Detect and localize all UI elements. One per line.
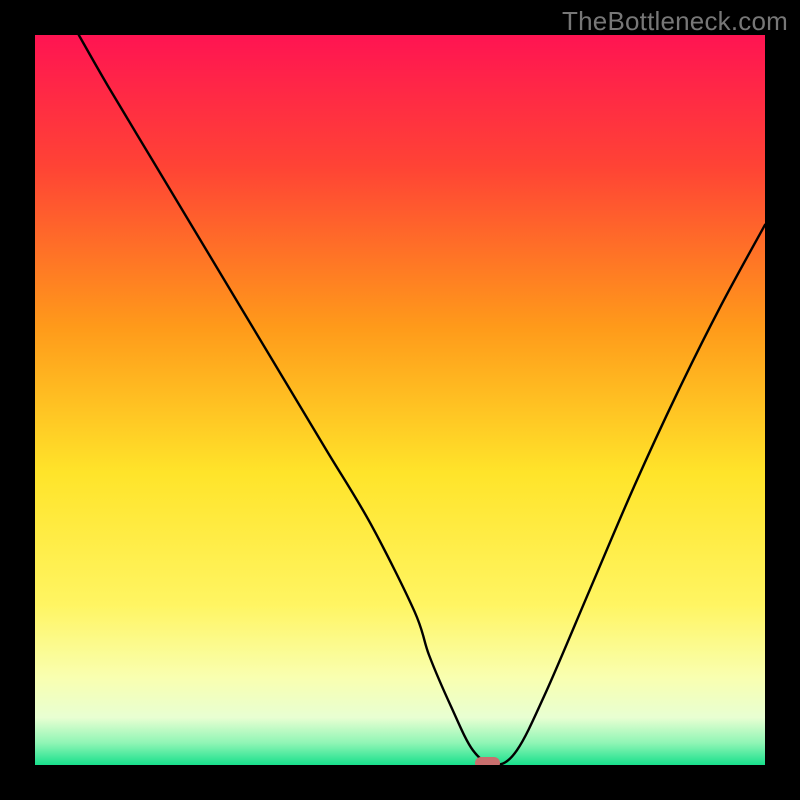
watermark-text: TheBottleneck.com bbox=[562, 6, 788, 37]
optimal-marker bbox=[475, 757, 500, 765]
bottleneck-curve bbox=[35, 35, 765, 765]
plot-area bbox=[35, 35, 765, 765]
chart-frame: TheBottleneck.com bbox=[0, 0, 800, 800]
